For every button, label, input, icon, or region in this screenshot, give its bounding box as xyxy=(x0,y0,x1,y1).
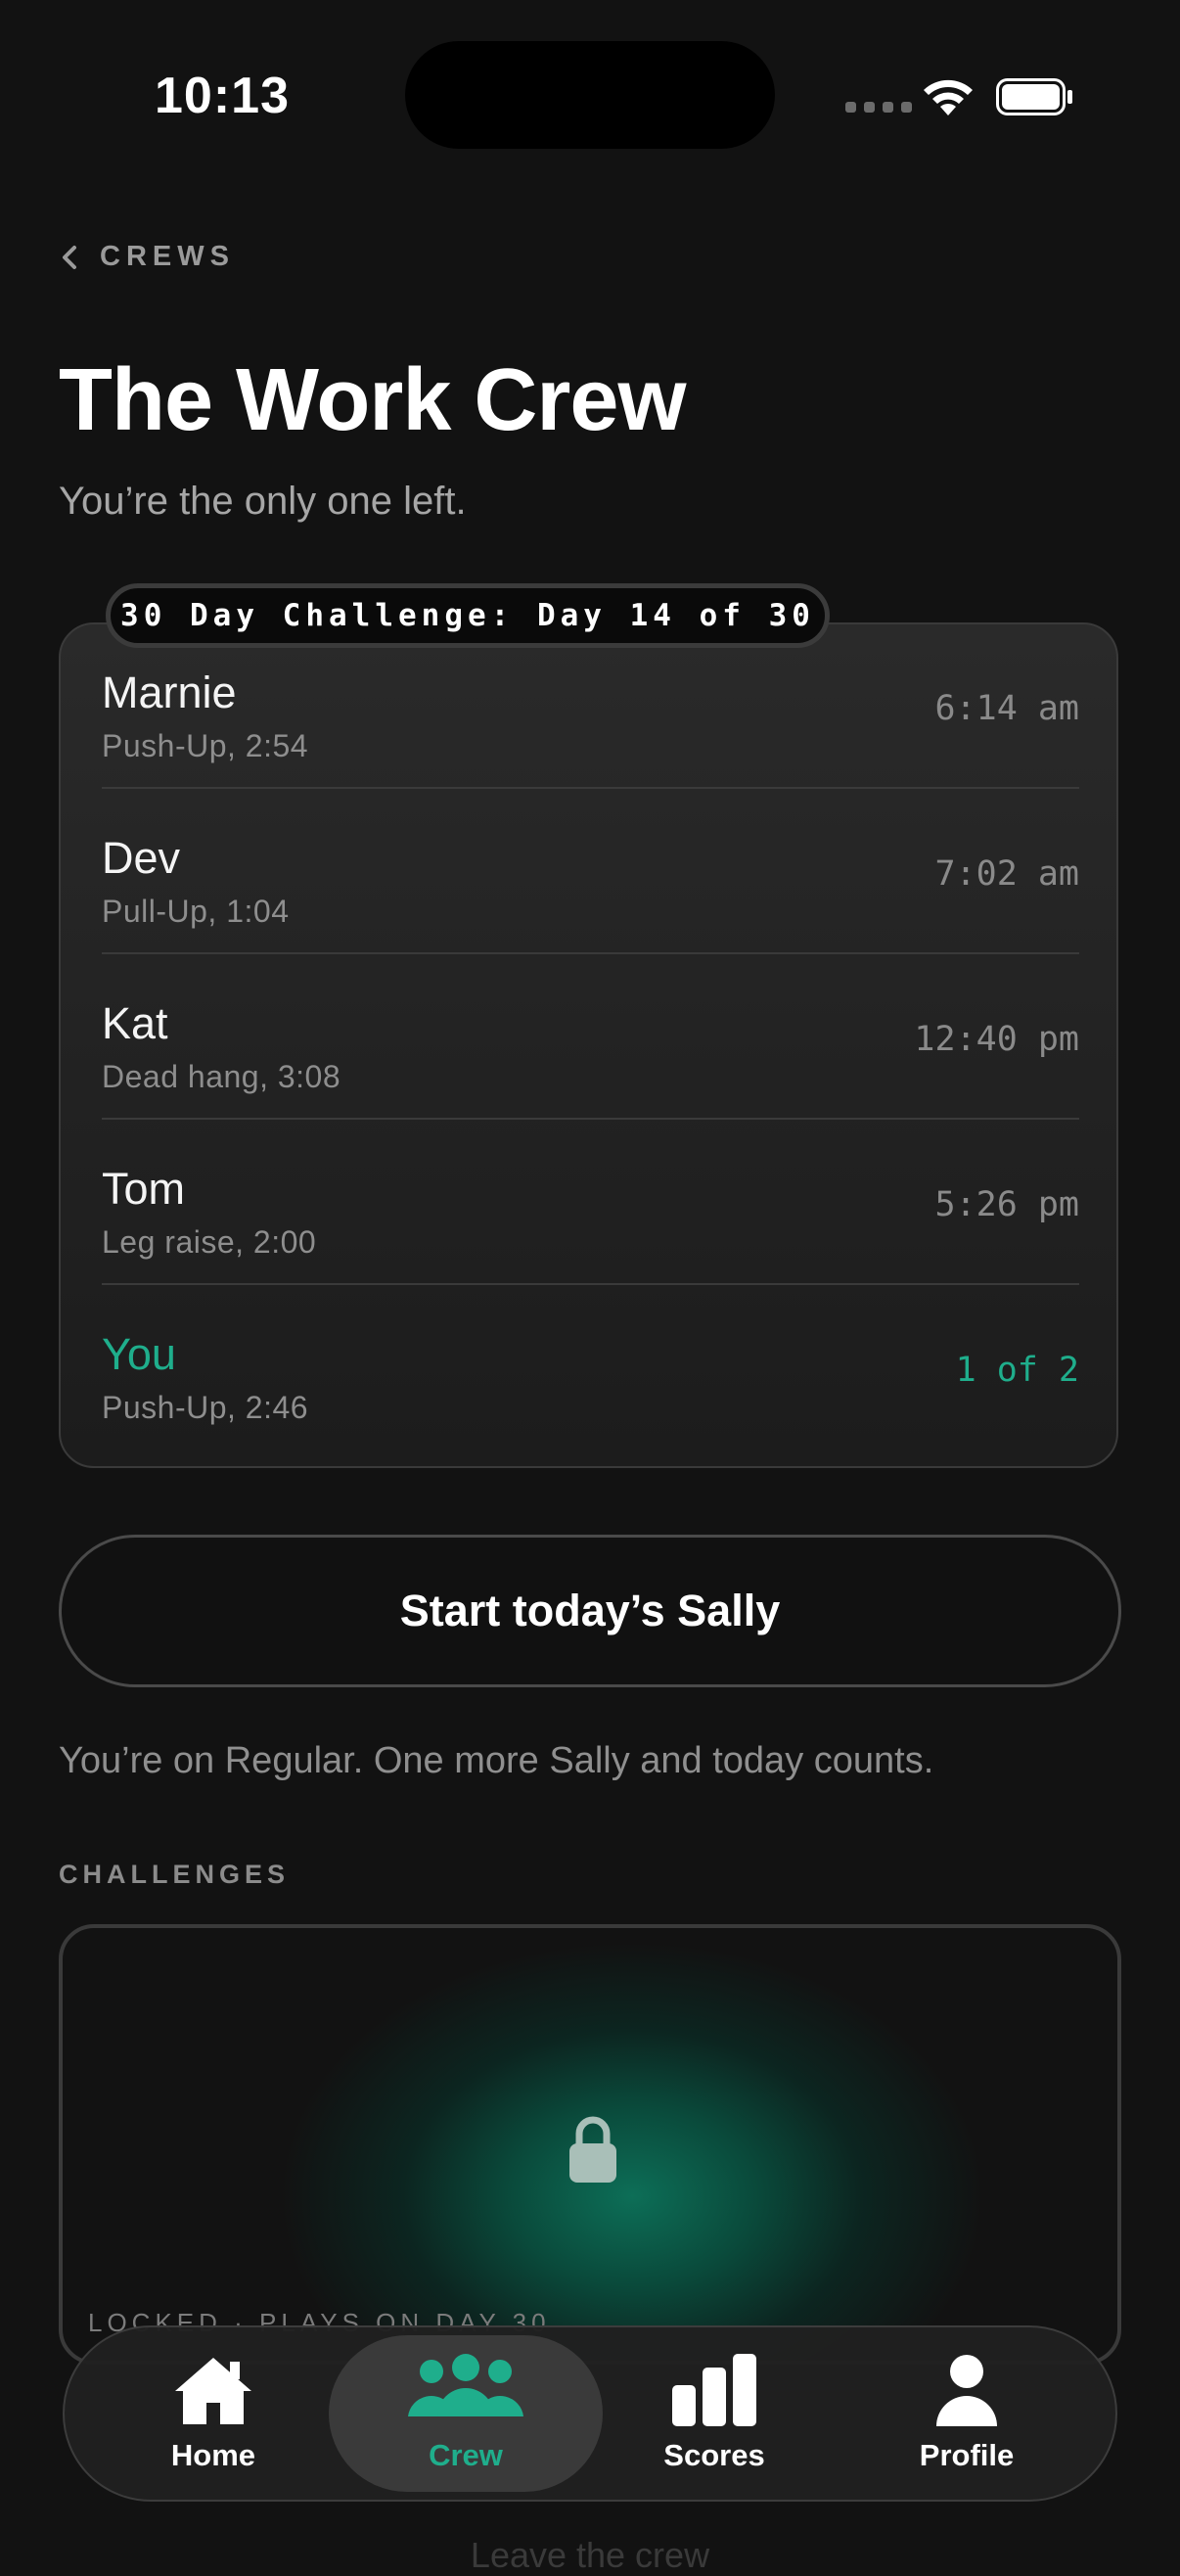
row-divider xyxy=(102,787,1079,789)
dynamic-island xyxy=(405,41,775,149)
person-icon xyxy=(936,2355,997,2426)
member-detail: Pull-Up, 1:04 xyxy=(102,894,290,929)
wifi-icon xyxy=(924,79,973,115)
member-time: 12:40 pm xyxy=(914,1020,1079,1059)
member-progress: 1 of 2 xyxy=(955,1351,1079,1390)
locked-challenge-card[interactable]: LOCKED · PLAYS ON DAY 30 xyxy=(59,1924,1121,2365)
house-icon xyxy=(175,2358,251,2424)
tab-label: Home xyxy=(170,2438,256,2472)
page-title: The Work Crew xyxy=(59,351,686,449)
member-row-you[interactable]: You Push-Up, 2:46 1 of 2 xyxy=(102,1286,1079,1450)
section-title-challenges: CHALLENGES xyxy=(59,1860,291,1889)
member-detail: Dead hang, 3:08 xyxy=(102,1059,341,1094)
member-time: 6:14 am xyxy=(934,689,1079,728)
battery-icon xyxy=(996,78,1072,115)
member-detail: Push-Up, 2:54 xyxy=(102,728,309,763)
lock-icon xyxy=(569,2116,616,2183)
tab-home[interactable]: Home xyxy=(115,2327,311,2500)
member-row-marnie[interactable]: Marnie Push-Up, 2:54 6:14 am xyxy=(102,624,1079,789)
back-button[interactable]: CREWS xyxy=(59,241,235,273)
challenge-tag: 30 Day Challenge: Day 14 of 30 xyxy=(106,583,830,648)
leave-crew-link[interactable]: Leave the crew xyxy=(0,2535,1180,2576)
tab-scores[interactable]: Scores xyxy=(616,2327,812,2500)
tab-bar: Home Crew Scores Profile xyxy=(63,2325,1117,2502)
member-name: Marnie xyxy=(102,667,237,717)
member-time: 7:02 am xyxy=(934,854,1079,894)
chevron-left-icon xyxy=(63,245,76,269)
row-divider xyxy=(102,1118,1079,1120)
page-subtitle: You’re the only one left. xyxy=(59,480,467,523)
back-label: CREWS xyxy=(100,241,235,272)
member-row-dev[interactable]: Dev Pull-Up, 1:04 7:02 am xyxy=(102,790,1079,954)
member-detail: Leg raise, 2:00 xyxy=(102,1224,317,1260)
bar-chart-icon xyxy=(672,2354,756,2426)
status-note: You’re on Regular. One more Sally and to… xyxy=(59,1740,934,1781)
member-name: Kat xyxy=(102,998,168,1048)
start-sally-button[interactable]: Start today’s Sally xyxy=(59,1535,1121,1687)
tab-label: Scores xyxy=(663,2438,765,2472)
status-time: 10:13 xyxy=(155,68,290,124)
tab-label: Crew xyxy=(429,2438,503,2472)
tab-profile[interactable]: Profile xyxy=(869,2327,1065,2500)
people-icon xyxy=(408,2354,523,2416)
member-time: 5:26 pm xyxy=(934,1185,1079,1224)
member-name: You xyxy=(102,1329,176,1379)
member-name: Tom xyxy=(102,1164,186,1214)
row-divider xyxy=(102,1283,1079,1285)
member-row-tom[interactable]: Tom Leg raise, 2:00 5:26 pm xyxy=(102,1121,1079,1285)
member-name: Dev xyxy=(102,833,181,883)
member-detail: Push-Up, 2:46 xyxy=(102,1390,309,1425)
cellular-signal-icon xyxy=(845,102,912,113)
status-bar: 10:13 xyxy=(0,0,1180,196)
tab-crew[interactable]: Crew xyxy=(329,2335,603,2492)
crew-members-card: Marnie Push-Up, 2:54 6:14 am Dev Pull-Up… xyxy=(59,622,1118,1468)
tab-label: Profile xyxy=(919,2438,1015,2472)
row-divider xyxy=(102,952,1079,954)
member-row-kat[interactable]: Kat Dead hang, 3:08 12:40 pm xyxy=(102,955,1079,1120)
